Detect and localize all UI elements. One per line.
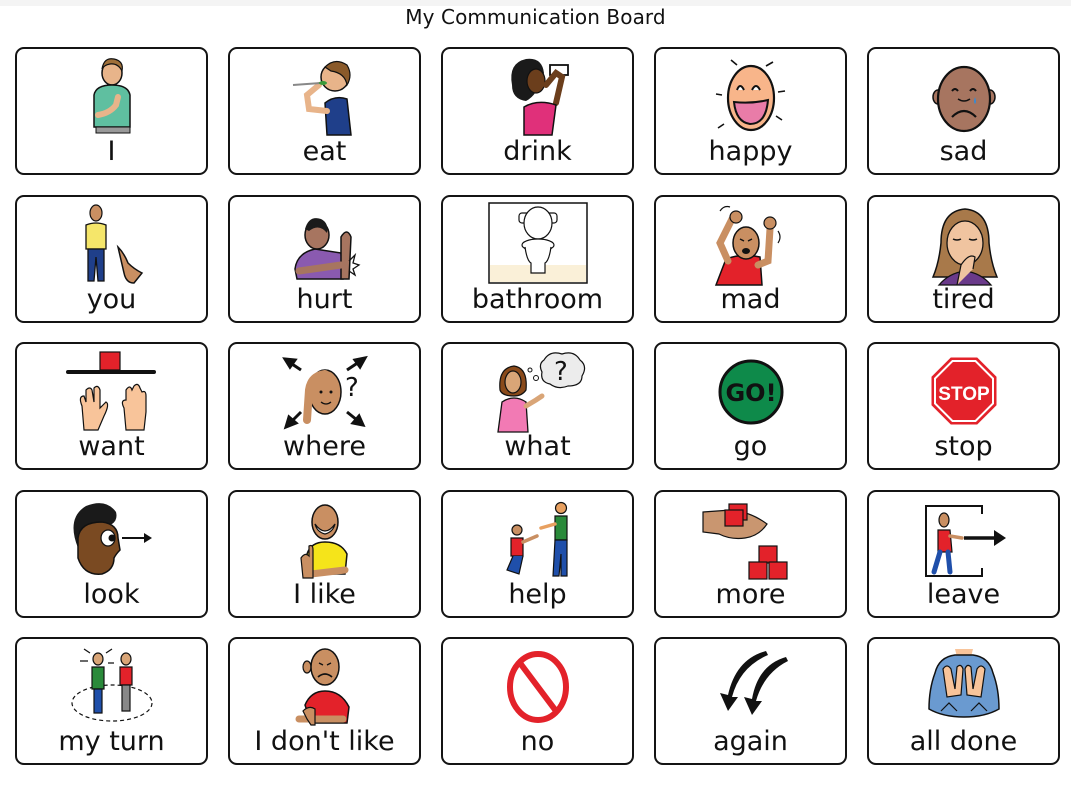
searching-person-icon: ? (230, 348, 419, 436)
cell-label: stop (934, 431, 993, 462)
sad-face-icon (869, 53, 1058, 141)
board-cell-sad[interactable]: sad (867, 47, 1060, 175)
cell-label: bathroom (471, 283, 604, 315)
toilet-icon (443, 199, 632, 287)
cell-label: help (508, 578, 567, 610)
blocks-in-hand-icon (656, 496, 845, 584)
board-cell-look[interactable]: look (15, 489, 208, 618)
board-cell-stop[interactable]: STOP stop (867, 342, 1060, 470)
board-cell-hurt[interactable]: hurt (228, 194, 421, 323)
finished-sign-icon (869, 643, 1058, 731)
stop-sign-icon: STOP (869, 348, 1058, 436)
board-cell-happy[interactable]: happy (654, 47, 847, 175)
board-cell-no[interactable]: no (441, 637, 634, 765)
prohibited-icon (443, 643, 632, 731)
thinking-question-icon: ? (443, 348, 632, 436)
board-cell-again[interactable]: again (654, 637, 847, 765)
board-cell-all-done[interactable]: all done (867, 637, 1060, 765)
cell-label: again (713, 726, 788, 757)
board-cell-drink[interactable]: drink (441, 47, 634, 175)
cell-label: all done (909, 726, 1018, 757)
go-sign-icon: GO! (656, 348, 845, 436)
cell-label: sad (939, 136, 988, 167)
svg-text:GO!: GO! (725, 379, 776, 407)
happy-face-icon (656, 53, 845, 141)
board-cell-where[interactable]: ? where (228, 342, 421, 470)
thumbs-down-person-icon (230, 643, 419, 731)
board-cell-i-dont-like[interactable]: I don't like (228, 637, 421, 765)
angry-person-icon (656, 201, 845, 289)
svg-text:STOP: STOP (938, 384, 990, 405)
board-cell-i[interactable]: I (15, 47, 208, 175)
board-cell-you[interactable]: you (15, 194, 208, 323)
taking-turns-icon (17, 643, 206, 731)
cell-label: leave (926, 578, 1001, 610)
svg-text:?: ? (345, 373, 359, 403)
cell-label: hurt (296, 283, 353, 315)
board-cell-leave[interactable]: leave (867, 489, 1060, 618)
board-cell-my-turn[interactable]: my turn (15, 637, 208, 765)
cell-label: where (283, 431, 366, 462)
board-cell-go[interactable]: GO! go (654, 342, 847, 470)
cell-label: drink (503, 136, 572, 167)
page-title: My Communication Board (405, 5, 666, 29)
board-cell-more[interactable]: more (654, 489, 847, 618)
board-cell-what[interactable]: ? what (441, 342, 634, 470)
cell-label: no (520, 726, 555, 757)
cell-label: I don't like (254, 726, 395, 757)
cell-label: you (86, 283, 137, 315)
repeat-arrows-icon (656, 643, 845, 731)
eye-look-icon (17, 496, 206, 584)
board-cell-i-like[interactable]: I like (228, 489, 421, 618)
cell-label: my turn (58, 726, 165, 757)
person-pointing-self-icon (17, 53, 206, 141)
communication-board-grid: I eat drink happy sad you hurt bathroom … (15, 47, 1060, 765)
yawning-person-icon (869, 201, 1058, 289)
cell-label: tired (932, 283, 995, 315)
cell-label: want (78, 431, 145, 462)
cell-label: look (83, 578, 140, 610)
cell-label: I (107, 136, 116, 167)
board-cell-tired[interactable]: tired (867, 194, 1060, 323)
cell-label: eat (302, 136, 347, 167)
hurt-arm-icon (230, 201, 419, 289)
board-cell-bathroom[interactable]: bathroom (441, 194, 634, 323)
cell-label: more (715, 578, 786, 610)
person-drinking-icon (443, 53, 632, 141)
person-leaving-icon (869, 496, 1058, 584)
helping-people-icon (443, 496, 632, 584)
svg-text:?: ? (554, 357, 568, 387)
thumbs-up-person-icon (230, 496, 419, 584)
board-cell-help[interactable]: help (441, 489, 634, 618)
cell-label: mad (720, 283, 781, 315)
pointing-at-person-icon (17, 201, 206, 289)
person-eating-icon (230, 53, 419, 141)
cell-label: what (504, 431, 571, 462)
board-cell-mad[interactable]: mad (654, 194, 847, 323)
cell-label: I like (293, 578, 356, 610)
hands-reaching-icon (17, 348, 206, 436)
board-cell-want[interactable]: want (15, 342, 208, 470)
board-cell-eat[interactable]: eat (228, 47, 421, 175)
cell-label: go (733, 431, 768, 462)
cell-label: happy (708, 136, 793, 167)
